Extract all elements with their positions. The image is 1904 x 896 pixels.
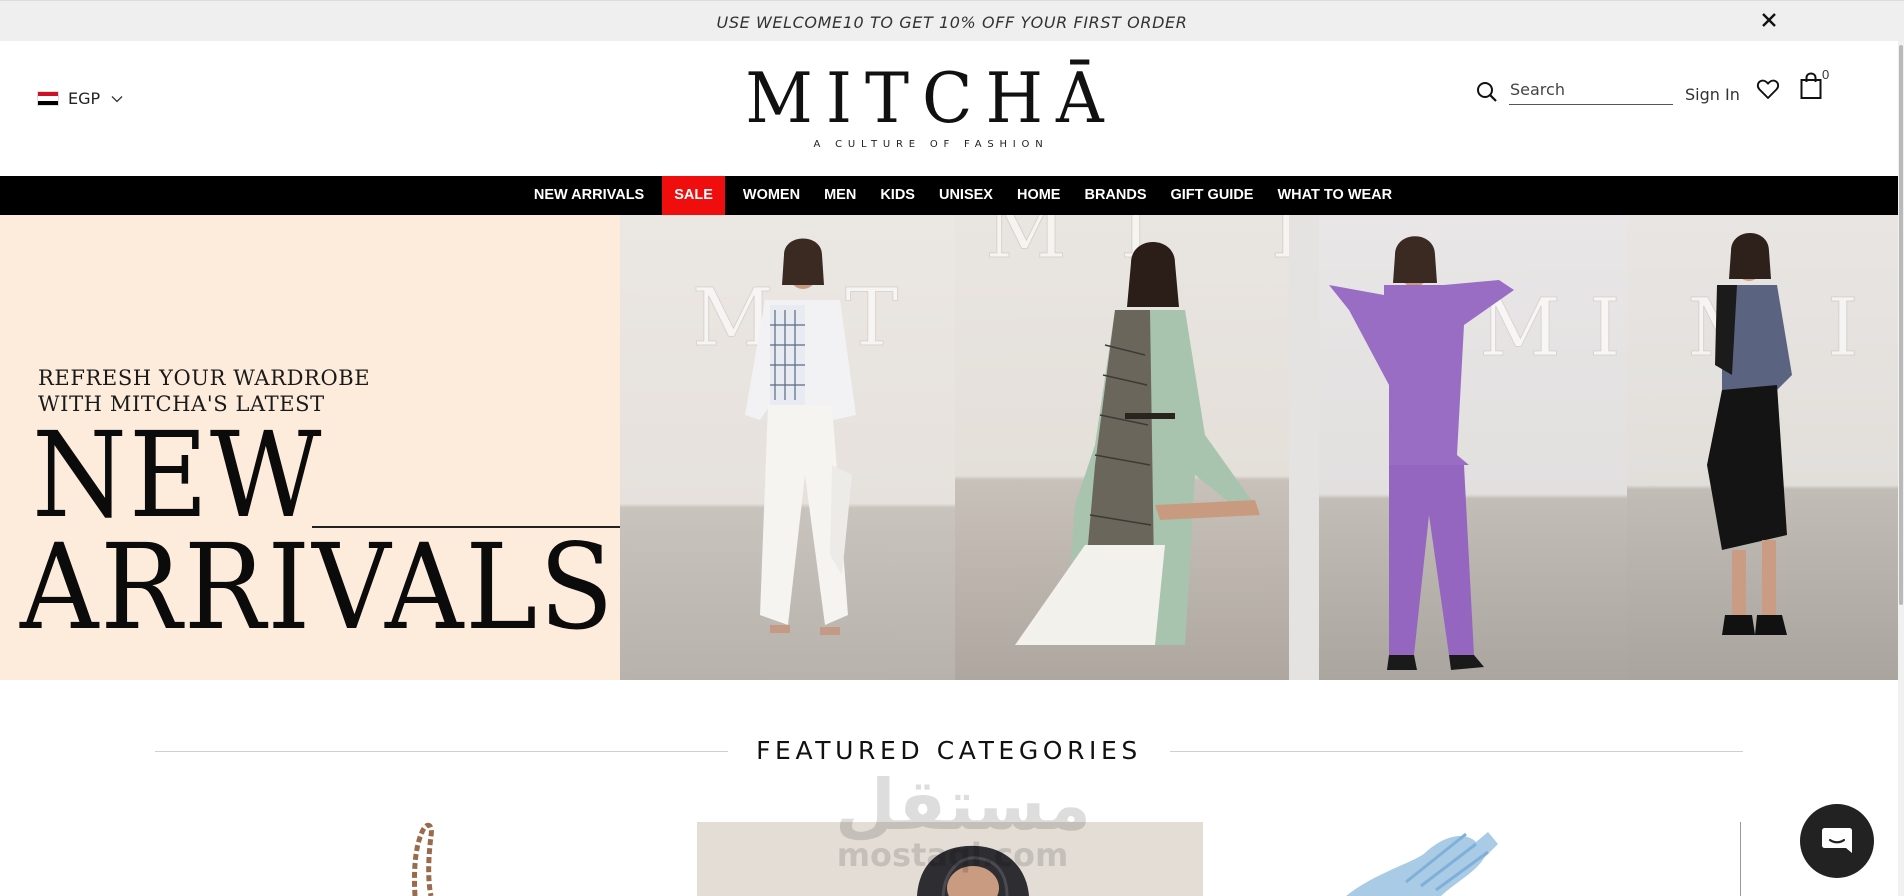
- hero-banner[interactable]: REFRESH YOUR WARDROBE WITH MITCHA'S LATE…: [0, 215, 1898, 680]
- svg-text:I: I: [1827, 281, 1859, 374]
- chat-launcher-button[interactable]: [1800, 804, 1874, 878]
- announcement-bar: USE WELCOME10 TO GET 10% OFF YOUR FIRST …: [0, 0, 1904, 41]
- announcement-text: USE WELCOME10 TO GET 10% OFF YOUR FIRST …: [716, 13, 1188, 32]
- chat-icon: [1822, 828, 1852, 853]
- nav-what-to-wear[interactable]: WHAT TO WEAR: [1265, 176, 1404, 215]
- category-card-women[interactable]: [697, 822, 1203, 896]
- search-icon[interactable]: [1475, 80, 1499, 104]
- nav-kids[interactable]: KIDS: [868, 176, 927, 215]
- egypt-flag-icon: [37, 91, 59, 106]
- currency-selector[interactable]: EGP: [37, 89, 123, 108]
- nav-men[interactable]: MEN: [812, 176, 868, 215]
- main-nav: NEW ARRIVALS SALE WOMEN MEN KIDS UNISEX …: [0, 176, 1898, 215]
- nav-brands[interactable]: BRANDS: [1072, 176, 1158, 215]
- nav-gift-guide[interactable]: GIFT GUIDE: [1159, 176, 1266, 215]
- hero-title-line1: NEW: [32, 406, 324, 544]
- svg-text:T: T: [845, 271, 898, 364]
- nav-sale[interactable]: SALE: [662, 176, 725, 215]
- category-card-bags[interactable]: [155, 822, 675, 896]
- nav-unisex[interactable]: UNISEX: [927, 176, 1005, 215]
- hero-photo-model-green-kimono: M I T: [955, 215, 1289, 680]
- featured-divider-right: [1170, 751, 1743, 752]
- hero-photo-model-black-dress: M I: [1627, 215, 1898, 680]
- hero-photo-model-checked-shirt: M T: [620, 215, 955, 680]
- category-card-shoes[interactable]: [1226, 822, 1741, 896]
- sign-in-link[interactable]: Sign In: [1685, 85, 1740, 104]
- logo-wordmark: MITCHĀ: [745, 58, 1117, 139]
- featured-divider-left: [155, 751, 728, 752]
- search-input[interactable]: [1509, 75, 1673, 105]
- hero-photo-model-purple-set: M I: [1289, 215, 1627, 680]
- site-header: EGP MITCHĀ A CULTURE OF FASHION Sign In …: [0, 41, 1904, 176]
- logo-tagline: A CULTURE OF FASHION: [813, 139, 1049, 150]
- featured-categories-title: FEATURED CATEGORIES: [756, 736, 1142, 765]
- svg-text:T: T: [1260, 215, 1289, 276]
- svg-text:M: M: [985, 215, 1067, 276]
- hero-subtitle-line1: REFRESH YOUR WARDROBE: [38, 366, 371, 390]
- currency-code: EGP: [68, 89, 101, 108]
- svg-text:I: I: [1589, 281, 1621, 374]
- close-icon[interactable]: [1758, 9, 1780, 31]
- brand-logo[interactable]: MITCHĀ A CULTURE OF FASHION: [740, 58, 1122, 150]
- nav-women[interactable]: WOMEN: [731, 176, 812, 215]
- hero-title-line2: ARRIVALS: [20, 518, 616, 656]
- cart-count: 0: [1822, 67, 1830, 82]
- nav-new-arrivals[interactable]: NEW ARRIVALS: [522, 176, 656, 215]
- heart-icon[interactable]: [1756, 77, 1780, 101]
- scrollbar-thumb[interactable]: [1899, 45, 1903, 605]
- chevron-down-icon: [111, 95, 123, 102]
- nav-home[interactable]: HOME: [1005, 176, 1073, 215]
- shopping-bag-icon[interactable]: [1799, 72, 1823, 100]
